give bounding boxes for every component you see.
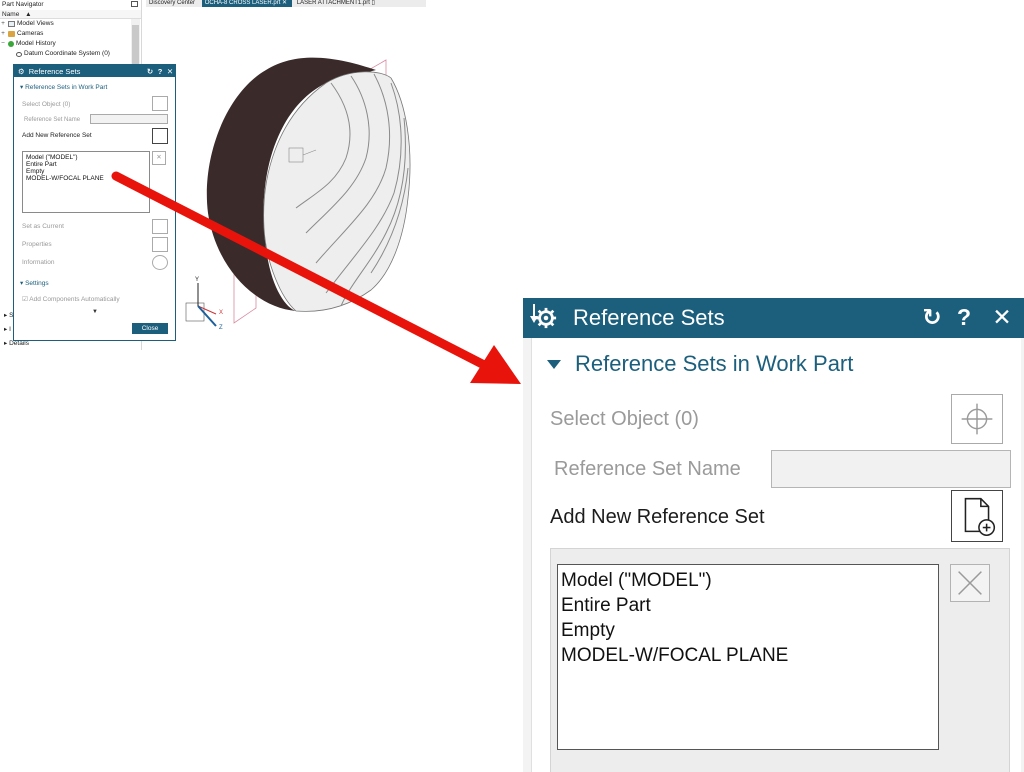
gear-icon: ⚙ [18, 66, 25, 76]
crosshair-icon[interactable] [152, 96, 168, 111]
model-views-icon [8, 21, 15, 27]
eye-icon[interactable] [16, 51, 22, 57]
axis-label-y: Y [195, 277, 199, 283]
dialog-body: Reference Sets in Work Part Select Objec… [531, 338, 1021, 772]
set-current-button[interactable] [152, 219, 168, 234]
reference-sets-dialog-zoomed: Reference Sets ↻ ? ✕ Reference Sets in W… [523, 298, 1024, 772]
list-item[interactable]: Entire Part [561, 593, 935, 618]
list-item[interactable]: MODEL-W/FOCAL PLANE [26, 175, 146, 182]
sort-up-icon: ▲ [25, 11, 32, 18]
information-button[interactable] [152, 255, 168, 270]
close-icon[interactable]: ✕ [165, 67, 175, 76]
delete-icon[interactable]: ✕ [152, 151, 166, 165]
properties-button[interactable] [152, 237, 168, 252]
select-object-label: Select Object (0) [550, 408, 699, 430]
maximize-icon[interactable] [131, 1, 138, 7]
ref-set-name-label: Reference Set Name [24, 117, 81, 123]
set-as-current-label: Set as Current [22, 223, 64, 230]
list-item[interactable]: Empty [26, 168, 146, 175]
model-viewport[interactable]: Y X Z [146, 8, 436, 343]
help-button[interactable]: ? [155, 67, 165, 76]
tree-item-label: Model Views [17, 20, 54, 27]
close-button[interactable]: Close [132, 323, 168, 334]
axis-label-x: X [219, 310, 223, 316]
expand-icon[interactable]: + [0, 29, 6, 39]
reset-button[interactable]: ↻ [919, 303, 945, 331]
tab-cross-laser[interactable]: OCHA-8 CROSS LASER.prt ✕ [201, 0, 293, 7]
tree-item-model-views[interactable]: + Model Views [0, 19, 141, 29]
list-item[interactable]: Empty [561, 618, 935, 643]
navigator-column-header[interactable]: Name ▲ [0, 10, 141, 19]
dialog-title-bar: Reference Sets ↻ ? ✕ [523, 298, 1024, 338]
help-button[interactable]: ? [951, 303, 977, 331]
ref-set-name-input[interactable] [771, 450, 1011, 488]
scrollbar-thumb[interactable] [132, 25, 139, 65]
reference-set-list[interactable]: Model ("MODEL") Entire Part Empty MODEL-… [557, 564, 939, 750]
tab-laser-attachment[interactable]: LASER ATTACHMENT1.prt ▯ [294, 0, 380, 7]
ref-set-name-input[interactable] [90, 114, 168, 124]
mouse-cursor-icon [530, 304, 538, 323]
list-item[interactable]: Model ("MODEL") [561, 568, 935, 593]
expand-dialog-icon[interactable]: ▼ [92, 309, 98, 315]
tab-discovery-center[interactable]: Discovery Center [146, 0, 200, 7]
camera-icon [8, 31, 15, 37]
section-reference-sets[interactable]: ▾ Reference Sets in Work Part [14, 77, 175, 91]
dialog-title: Reference Sets [573, 305, 725, 330]
reference-sets-dialog-small: ⚙ Reference Sets ↻ ? ✕ ▾ Reference Sets … [13, 64, 176, 341]
add-reference-set-button[interactable] [951, 490, 1003, 542]
tree-item-label: Cameras [17, 30, 44, 37]
reference-set-list[interactable]: Model ("MODEL") Entire Part Empty MODEL-… [22, 151, 150, 213]
properties-label: Properties [22, 241, 52, 248]
add-new-reference-set-label: Add New Reference Set [550, 506, 765, 528]
section-settings[interactable]: ▾ Settings [20, 279, 49, 287]
add-components-checkbox[interactable]: ☑ Add Components Automatically [22, 295, 120, 303]
dialog-title: Reference Sets [28, 66, 81, 76]
column-header-name: Name [2, 11, 20, 18]
collapse-icon[interactable]: − [0, 39, 6, 49]
list-item[interactable]: Model ("MODEL") [26, 154, 146, 161]
expand-icon[interactable]: + [0, 19, 6, 29]
navigator-title: Part Navigator [2, 1, 44, 8]
crosshair-icon[interactable] [951, 394, 1003, 444]
axis-label-z: Z [219, 325, 223, 331]
select-object-label: Select Object (0) [22, 101, 71, 108]
tree-item-cameras[interactable]: + Cameras [0, 29, 141, 39]
list-item[interactable]: MODEL-W/FOCAL PLANE [561, 643, 935, 668]
tree-item-label: Datum Coordinate System (0) [24, 50, 110, 57]
ref-set-name-label: Reference Set Name [554, 458, 741, 480]
information-label: Information [22, 259, 55, 266]
document-tab-bar: Discovery Center OCHA-8 CROSS LASER.prt … [146, 0, 426, 7]
tree-item-label: Model History [16, 40, 56, 47]
list-item[interactable]: Entire Part [26, 161, 146, 168]
tree-item-datum-csys[interactable]: Datum Coordinate System (0) [0, 49, 141, 59]
close-icon[interactable]: ✕ [989, 303, 1015, 331]
add-new-label: Add New Reference Set [22, 132, 92, 139]
add-reference-set-button[interactable] [152, 128, 168, 144]
delete-icon[interactable] [950, 564, 990, 602]
tree-item-model-history[interactable]: − Model History [0, 39, 141, 49]
section-reference-sets[interactable]: Reference Sets in Work Part [547, 350, 853, 378]
view-triad: Y X Z [185, 277, 223, 331]
history-icon [8, 41, 14, 47]
collapse-triangle-icon [547, 359, 561, 369]
reset-button[interactable]: ↻ [145, 67, 155, 76]
dialog-title-bar: ⚙ Reference Sets ↻ ? ✕ [14, 65, 175, 77]
